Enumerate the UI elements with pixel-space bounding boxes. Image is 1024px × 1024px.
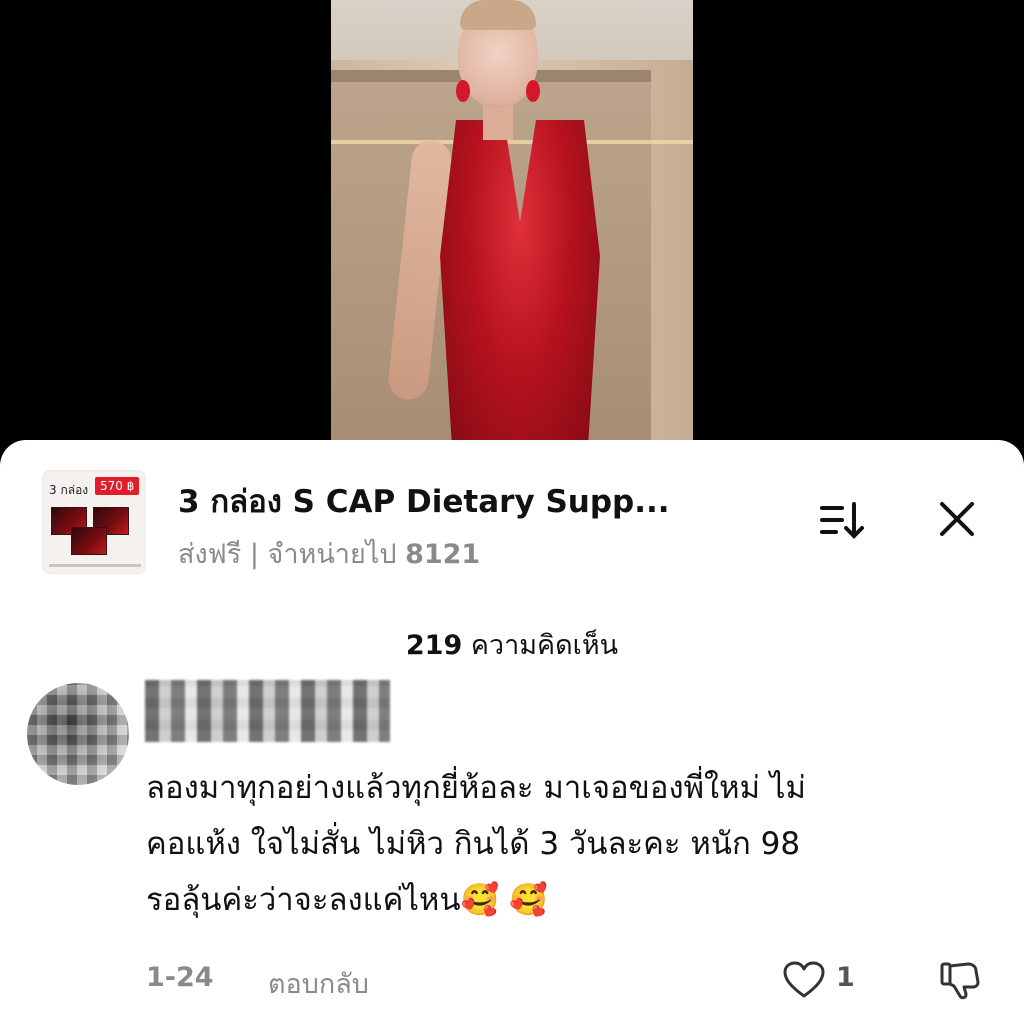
comment-line: คอแห้ง ใจไม่สั่น ไม่หิว กินได้ 3 วันละคะ… [146,826,801,862]
video-player[interactable] [0,0,1024,460]
like-count: 1 [836,962,855,993]
thumb-box-label: 3 กล่อง [49,483,89,497]
video-person-hair [460,0,536,30]
comment-date: 1-24 [146,962,214,993]
video-person-earring-left [456,80,470,102]
close-icon[interactable] [936,498,978,540]
product-title[interactable]: 3 กล่อง S CAP Dietary Supp... [178,476,670,526]
sold-count: 8121 [405,539,481,570]
comment-line: ลองมาทุกอย่างแล้วทุกยี่ห้อละ มาเจอของพี่… [146,770,806,806]
video-shelf-light [331,140,693,144]
heart-outline-icon[interactable] [782,960,826,1000]
sort-descending-icon[interactable] [818,498,866,542]
comment-count-header: 219 ความคิดเห็น [0,623,1024,666]
video-person-earring-right [526,80,540,102]
thumb-caption-line [49,564,141,567]
comment-line: รอลุ้นค่ะว่าจะลงแค่ไหน🥰 🥰 [146,882,548,918]
product-pack-image [71,527,107,555]
shipping-label: ส่งฟรี | จำหน่ายไป [178,539,406,570]
comment-meta-row: 1-24 ตอบกลับ 1 [146,960,1006,1005]
username-redacted[interactable] [145,680,390,742]
product-thumbnail[interactable]: 3 กล่อง 570 ฿ [42,470,146,574]
comment-text: ลองมาทุกอย่างแล้วทุกยี่ห้อละ มาเจอของพี่… [146,760,1006,928]
comment-count-label: ความคิดเห็น [462,630,619,661]
thumb-price-badge: 570 ฿ [95,477,140,495]
comments-sheet: 3 กล่อง 570 ฿ 3 กล่อง S CAP Dietary Supp… [0,440,1024,1024]
product-subtitle: ส่งฟรี | จำหน่ายไป 8121 [178,532,480,575]
thumbs-down-icon[interactable] [938,958,982,1002]
comment-count-number: 219 [405,630,463,661]
reply-button[interactable]: ตอบกลับ [268,962,369,1005]
avatar[interactable] [27,683,129,785]
